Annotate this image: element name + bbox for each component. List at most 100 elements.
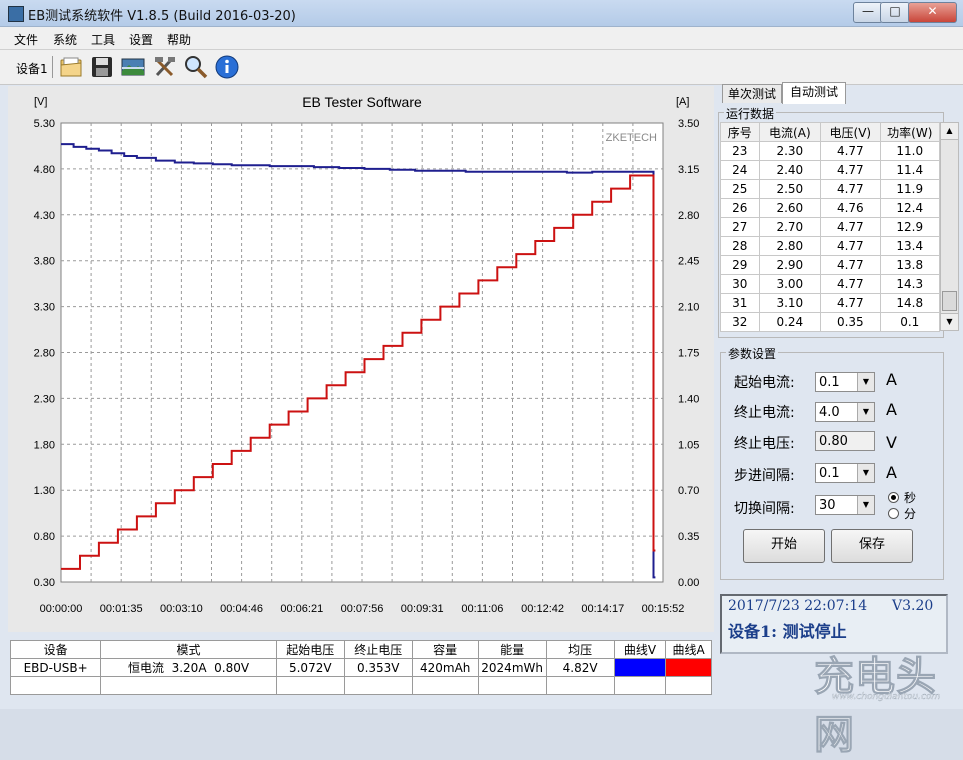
- menu-file[interactable]: 文件: [14, 31, 38, 48]
- status-header-curve-v: 曲线V: [613, 640, 667, 659]
- run-data-table: 序号 电流(A) 电压(V) 功率(W) 23 2.30 4.77 11.0 24 2.…: [720, 122, 941, 332]
- status-header-end-voltage: 终止电压: [343, 640, 413, 659]
- table-row[interactable]: 23 2.30 4.77 11.0: [720, 141, 941, 161]
- interval-minutes-radio[interactable]: [888, 508, 899, 519]
- minimize-button[interactable]: —: [853, 2, 883, 23]
- y-left-unit: [V]: [34, 96, 47, 108]
- run-data-scrollbar[interactable]: ▲ ▼: [940, 122, 959, 331]
- start-button[interactable]: 开始: [743, 529, 825, 563]
- curve-v-color-swatch[interactable]: [613, 658, 667, 677]
- tab-single-test[interactable]: 单次测试: [722, 84, 782, 103]
- toolbar-separator: [52, 56, 53, 78]
- app-icon: [8, 6, 24, 22]
- end-voltage-field[interactable]: 0.80: [815, 431, 875, 451]
- chevron-down-icon: ▼: [857, 373, 874, 391]
- table-row[interactable]: 31 3.10 4.77 14.8: [720, 293, 941, 313]
- title-bar[interactable]: EB测试系统软件 V1.8.5 (Build 2016-03-20) — □ ✕: [0, 0, 963, 27]
- status-row[interactable]: EBD-USB+ 恒电流 3.20A 0.80V 5.072V 0.353V 4…: [9, 658, 712, 677]
- end-current-unit: A: [886, 400, 897, 419]
- scroll-down-icon[interactable]: ▼: [941, 313, 958, 330]
- interval-seconds-radio[interactable]: [888, 492, 899, 503]
- chart-watermark: ZKETECH: [606, 132, 657, 144]
- x-tick-label: 00:14:17: [581, 603, 624, 615]
- y-left-tick-label: 5.30: [34, 118, 55, 130]
- interval-select[interactable]: 30 ▼: [815, 495, 875, 515]
- search-icon[interactable]: [183, 54, 209, 80]
- table-row[interactable]: 29 2.90 4.77 13.8: [720, 255, 941, 275]
- x-tick-label: 00:04:46: [220, 603, 263, 615]
- status-table: 设备 模式 起始电压 终止电压 容量 能量 均压 曲线V 曲线A EBD-USB…: [9, 640, 712, 695]
- menu-system[interactable]: 系统: [53, 31, 77, 48]
- step-label: 步进间隔:: [734, 468, 795, 484]
- menu-help[interactable]: 帮助: [167, 31, 191, 48]
- x-tick-label: 00:07:56: [341, 603, 384, 615]
- end-current-label: 终止电流:: [734, 405, 795, 421]
- table-row[interactable]: 26 2.60 4.76 12.4: [720, 198, 941, 218]
- info-icon[interactable]: [214, 54, 240, 80]
- step-select[interactable]: 0.1 ▼: [815, 463, 875, 483]
- image-icon[interactable]: [120, 54, 146, 80]
- status-header-capacity: 容量: [411, 640, 479, 659]
- right-panel: 单次测试 自动测试 运行数据 序号 电流(A) 电压(V) 功率(W) 23 2.…: [718, 82, 963, 704]
- run-header-power: 功率(W): [879, 122, 941, 142]
- menu-settings[interactable]: 设置: [129, 31, 153, 48]
- status-header-device: 设备: [9, 640, 102, 659]
- end-current-select[interactable]: 4.0 ▼: [815, 402, 875, 422]
- y-left-tick-label: 2.80: [34, 348, 55, 360]
- chart-panel: 5.30 4.80 4.30 3.80 3.30 2.80 2.30 1.80 1.30 0.80…: [8, 86, 714, 632]
- y-left-tick-label: 3.80: [34, 256, 55, 268]
- table-row[interactable]: 24 2.40 4.77 11.4: [720, 160, 941, 180]
- y-left-tick-label: 0.80: [34, 531, 55, 543]
- curve-a-color-swatch[interactable]: [665, 658, 712, 677]
- status-device: EBD-USB+: [9, 658, 102, 677]
- tools-icon[interactable]: [152, 54, 178, 80]
- status-energy: 2024mWh: [477, 658, 547, 677]
- status-header-avg-voltage: 均压: [545, 640, 615, 659]
- maximize-button[interactable]: □: [880, 2, 910, 23]
- x-tick-label: 00:01:35: [100, 603, 143, 615]
- table-row[interactable]: 25 2.50 4.77 11.9: [720, 179, 941, 199]
- table-row[interactable]: 32 0.24 0.35 0.1: [720, 312, 941, 332]
- y-right-tick-label: 1.75: [678, 348, 699, 360]
- status-header-energy: 能量: [477, 640, 547, 659]
- end-voltage-label: 终止电压:: [734, 436, 795, 452]
- y-right-tick-label: 2.10: [678, 302, 699, 314]
- x-tick-label: 00:06:21: [280, 603, 323, 615]
- table-row[interactable]: 28 2.80 4.77 13.4: [720, 236, 941, 256]
- y-right-tick-label: 0.35: [678, 531, 699, 543]
- tab-auto-test[interactable]: 自动测试: [782, 82, 846, 104]
- device-selector[interactable]: 设备1: [16, 60, 48, 77]
- chevron-down-icon: ▼: [857, 403, 874, 421]
- start-current-unit: A: [886, 370, 897, 389]
- status-avg-voltage: 4.82V: [545, 658, 615, 677]
- status-header-curve-a: 曲线A: [665, 640, 712, 659]
- y-left-tick-label: 1.30: [34, 485, 55, 497]
- window-title: EB测试系统软件 V1.8.5 (Build 2016-03-20): [28, 9, 296, 24]
- y-left-tick-label: 4.80: [34, 164, 55, 176]
- voltage-current-chart: 5.30 4.80 4.30 3.80 3.30 2.80 2.30 1.80 1.30 0.80…: [34, 94, 700, 615]
- y-left-tick-label: 2.30: [34, 393, 55, 405]
- y-right-tick-label: 0.70: [678, 485, 699, 497]
- status-end-voltage: 0.353V: [343, 658, 413, 677]
- scroll-thumb[interactable]: [942, 291, 957, 311]
- x-tick-label: 00:12:42: [521, 603, 564, 615]
- status-version: V3.20: [892, 598, 934, 614]
- table-row[interactable]: 27 2.70 4.77 12.9: [720, 217, 941, 237]
- x-tick-label: 00:03:10: [160, 603, 203, 615]
- x-tick-label: 00:11:06: [461, 603, 503, 615]
- menu-tools[interactable]: 工具: [91, 31, 115, 48]
- y-left-tick-label: 4.30: [34, 210, 55, 222]
- y-right-tick-label: 3.50: [678, 118, 699, 130]
- start-current-select[interactable]: 0.1 ▼: [815, 372, 875, 392]
- y-right-tick-label: 0.00: [678, 577, 699, 589]
- end-voltage-unit: V: [886, 433, 897, 452]
- save-button[interactable]: 保存: [831, 529, 913, 563]
- save-disk-icon[interactable]: [89, 54, 115, 80]
- status-datetime: 2017/7/23 22:07:14: [728, 598, 868, 614]
- scroll-up-icon[interactable]: ▲: [941, 123, 958, 140]
- open-folder-icon[interactable]: [58, 54, 84, 80]
- close-button[interactable]: ✕: [908, 2, 957, 23]
- chevron-down-icon: ▼: [857, 464, 874, 482]
- x-tick-label: 00:09:31: [401, 603, 444, 615]
- table-row[interactable]: 30 3.00 4.77 14.3: [720, 274, 941, 294]
